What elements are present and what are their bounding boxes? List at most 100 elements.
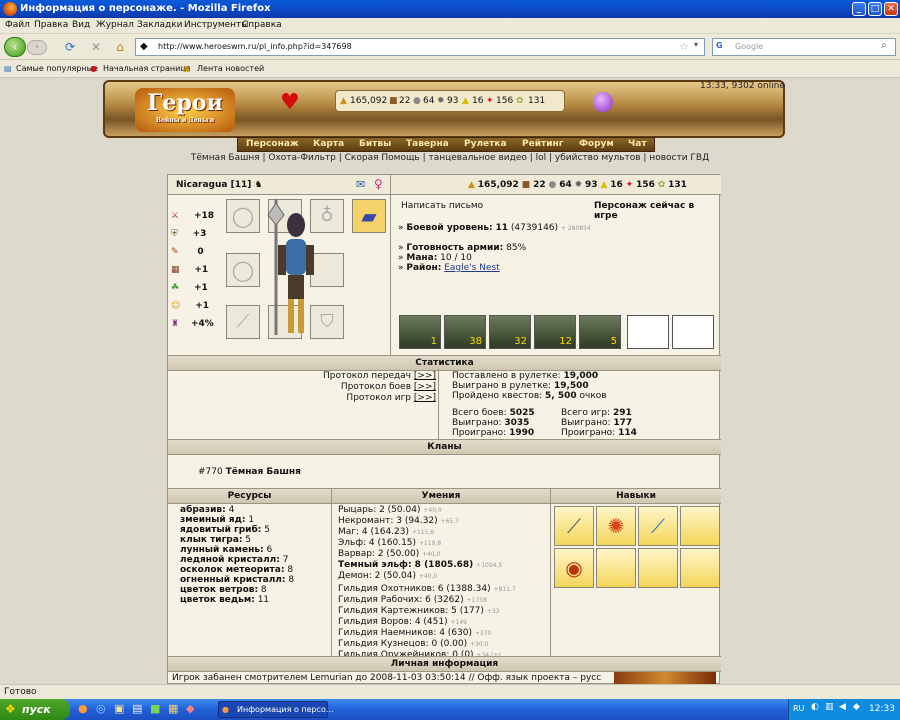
clan-id[interactable]: #770 [198,467,223,477]
menu-forum[interactable]: Форум [579,139,614,149]
protocol-battles-link[interactable]: [>>] [414,382,436,392]
ability-slot[interactable]: ◉ [554,548,594,588]
menu-edit[interactable]: Правка [34,20,68,30]
personal-text: Игрок забанен смотрителем Lemurian до 20… [172,673,602,683]
mana-label: Мана: [406,253,438,263]
troop-slot-3[interactable]: 32 [489,315,531,349]
close-button[interactable]: ✕ [884,2,898,16]
favorite-links[interactable]: Тёмная Башня | Охота-Фильтр | Скорая Пом… [0,153,900,163]
star-icon[interactable]: ☆ [679,40,689,53]
character-figure[interactable] [264,195,322,345]
ability-slot[interactable]: ⟋ [554,506,594,546]
stop-icon[interactable]: ✕ [88,39,104,55]
search-box[interactable]: G Google ⌕ [712,38,896,56]
reload-icon[interactable]: ⟳ [62,39,78,55]
protocol-games[interactable]: Протокол игр [346,393,411,403]
faction-skill-row: Рыцарь: 2 (50.04) +40,0 [338,505,442,515]
dropdown-icon[interactable]: ▾ [694,40,698,49]
stat-attack: +18 [193,211,215,221]
clan-name[interactable]: Тёмная Башня [226,467,301,477]
bookmark-popular[interactable]: Самые популярные [16,64,98,73]
bookmark-start[interactable]: Начальная страница [103,64,191,73]
district-link[interactable]: Eagle's Nest [444,263,499,273]
player-level: [11] [230,180,252,190]
game-logo[interactable]: Герои Войны и Деньги [135,88,235,132]
forward-button[interactable]: › [27,40,47,55]
volume-icon[interactable]: ◀ [839,702,846,712]
ability-slot[interactable] [638,548,678,588]
ability-slot[interactable]: ✺ [596,506,636,546]
tray-icon[interactable]: ◐ [811,702,819,712]
write-letter-link[interactable]: Написать письмо [401,201,483,211]
menu-tools[interactable]: Инструменты [184,20,248,30]
stat-initiative: +4% [190,319,214,329]
header-ore: 64 [423,96,435,106]
tray-icon[interactable]: ◆ [853,702,860,712]
maximize-button[interactable]: □ [868,2,882,16]
app2-quicklaunch-icon[interactable]: ▦ [168,702,178,715]
menu-battles[interactable]: Битвы [359,139,391,149]
player-mercury: 93 [585,180,598,190]
resource-item: цветок ветров: 8 [180,585,267,595]
language-indicator[interactable]: RU [793,704,804,713]
slot-ring-2[interactable]: ◯ [226,253,260,287]
slot-ring[interactable]: ◯ [226,199,260,233]
protocol-games-link[interactable]: [>>] [414,393,436,403]
desktop-quicklaunch-icon[interactable]: ▤ [132,702,142,715]
search-icon[interactable]: ⌕ [881,40,887,51]
app3-quicklaunch-icon[interactable]: ◆ [186,702,194,715]
start-button[interactable]: ❖ пуск [0,699,70,720]
bookmark-news[interactable]: Лента новостей [197,64,264,73]
combat-level-row: » Боевой уровень: 11 (4739146) + 280854 [398,223,591,233]
clans-header: Кланы [168,439,721,455]
firefox-quicklaunch-icon[interactable]: ● [78,702,88,715]
protocol-battles[interactable]: Протокол боев [341,382,411,392]
player-name[interactable]: Nicaragua [176,180,227,190]
troop-slot-5[interactable]: 5 [579,315,621,349]
address-bar[interactable]: ◆ http://www.heroeswm.ru/pl_info.php?id=… [135,38,705,56]
player-ore: 64 [559,180,572,190]
header-mercury: 93 [447,96,459,106]
race-icon: ♞ [254,180,263,190]
slot-book[interactable]: ▰ [352,199,386,233]
home-icon[interactable]: ⌂ [112,39,128,55]
ability-slot[interactable] [680,506,720,546]
slot-weapon[interactable]: ⟋ [226,305,260,339]
folder-quicklaunch-icon[interactable]: ▣ [114,702,124,715]
menu-chat[interactable]: Чат [628,139,647,149]
menu-view[interactable]: Вид [72,20,90,30]
menu-tavern[interactable]: Таверна [406,139,449,149]
combat-exp-extra: + 280854 [560,225,591,232]
ability-slot[interactable] [596,548,636,588]
minimize-button[interactable]: _ [852,2,866,16]
taskbar-firefox-window[interactable]: ● Информация о персо... [218,701,334,718]
troop-slot-2[interactable]: 38 [444,315,486,349]
fire-icon: ✺ [607,514,625,538]
troop-slot-1[interactable]: 1 [399,315,441,349]
character-table: Nicaragua [11] ♞ ✉ ♀ ▲ 165,092 ■ 22 ● 64… [167,174,721,684]
army-value: 85% [506,243,527,253]
menu-bookmarks[interactable]: Закладки [137,20,183,30]
menu-history[interactable]: Журнал [96,20,134,30]
explorer-quicklaunch-icon[interactable]: ◎ [96,702,106,715]
ability-slot[interactable] [680,548,720,588]
ability-slot[interactable]: ⟋ [638,506,678,546]
menu-rating[interactable]: Рейтинг [522,139,563,149]
guild-skill-row: Гильдия Воров: 4 (451) +149 [338,617,467,627]
gold-icon: ▲ [468,180,475,190]
troop-slot-6[interactable] [627,315,669,349]
menu-character[interactable]: Персонаж [246,139,299,149]
network-icon[interactable]: ▥ [825,702,834,712]
app-quicklaunch-icon[interactable]: ■ [150,702,160,715]
menu-roulette[interactable]: Рулетка [464,139,507,149]
protocol-transfers[interactable]: Протокол передач [323,371,411,381]
troop-slot-7[interactable] [672,315,714,349]
back-button[interactable]: ‹ [4,37,26,57]
online-counter: 13:33, 9302 online [700,81,785,91]
transfer-icon[interactable]: ✉ [356,178,365,191]
troop-slot-4[interactable]: 12 [534,315,576,349]
menu-file[interactable]: Файл [5,20,30,30]
menu-help[interactable]: Справка [242,20,282,30]
menu-map[interactable]: Карта [313,139,344,149]
protocol-transfers-link[interactable]: [>>] [414,371,436,381]
